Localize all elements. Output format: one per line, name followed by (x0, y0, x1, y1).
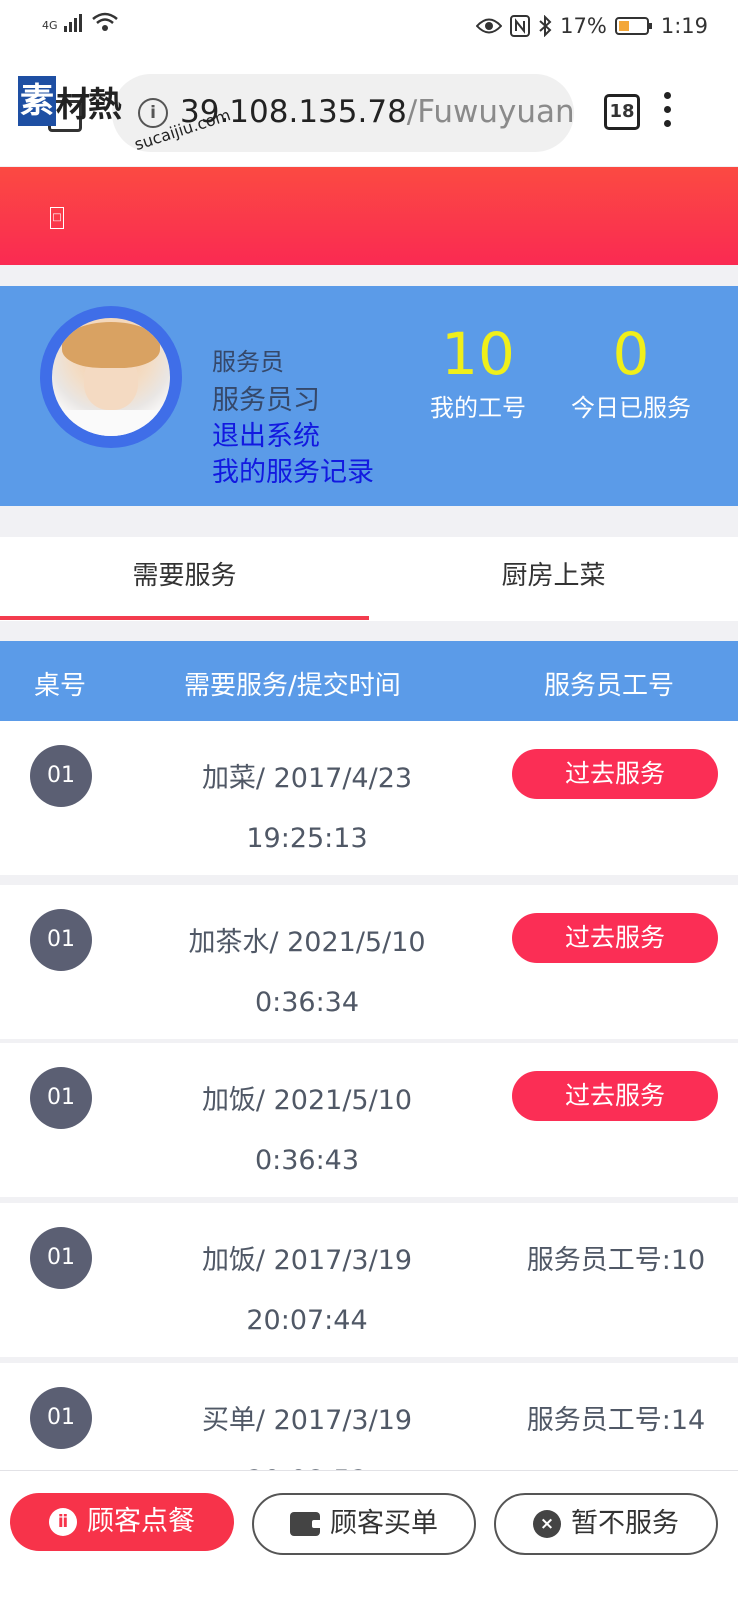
wallet-icon (290, 1512, 322, 1536)
table-number-badge: 01 (30, 909, 92, 971)
url-text[interactable]: 39.108.135.78/Fuwuyuan (180, 94, 575, 130)
page-header: □ (0, 167, 738, 265)
request-type-date: 买单/ 2017/3/19 (201, 1405, 413, 1436)
tab-bar: 需要服务 厨房上菜 (0, 537, 738, 621)
request-time: 0:36:34 (254, 987, 360, 1018)
watermark-logo: 素 材熱 (18, 76, 122, 126)
request-type-date: 加饭/ 2021/5/10 (201, 1085, 413, 1116)
go-serve-button[interactable]: 过去服务 (512, 1071, 718, 1121)
url-path: /Fuwuyuan (406, 94, 575, 130)
tab-count-button[interactable]: 18 (604, 94, 640, 130)
assigned-waiter-id: 服务员工号:14 (526, 1405, 706, 1436)
table-number-badge: 01 (30, 1387, 92, 1449)
stat-served-today: 0 今日已服务 (552, 322, 710, 423)
profile-role: 服务员 (212, 348, 284, 376)
customer-checkout-label: 顾客买单 (330, 1508, 438, 1539)
column-header-table: 桌号 (34, 671, 87, 701)
stat-label: 我的工号 (430, 394, 526, 422)
wifi-icon (91, 12, 118, 31)
go-serve-button[interactable]: 过去服务 (512, 749, 718, 799)
profile-panel: 服务员 服务员习 退出系统 我的服务记录 10 我的工号 0 今日已服务 (0, 286, 738, 506)
column-header-waiter: 服务员工号 (544, 671, 675, 701)
pause-service-label: 暂不服务 (571, 1508, 679, 1539)
more-menu-icon[interactable] (664, 92, 672, 130)
table-row: 01 加茶水/ 2021/5/10 0:36:34 过去服务 (0, 885, 738, 1039)
avatar (40, 306, 182, 448)
eye-icon (476, 18, 503, 34)
table-header: 桌号 需要服务/提交时间 服务员工号 (0, 641, 738, 721)
tab-kitchen-serve[interactable]: 厨房上菜 (369, 537, 738, 621)
battery-icon (614, 17, 652, 35)
logout-link[interactable]: 退出系统 (212, 414, 320, 453)
active-tab-indicator (0, 616, 369, 620)
info-icon[interactable]: i (138, 98, 168, 128)
bluetooth-icon (539, 15, 552, 37)
request-time: 19:25:13 (246, 823, 368, 854)
customer-order-button[interactable]: ⅱ 顾客点餐 (10, 1493, 234, 1551)
stat-employee-id: 10 我的工号 (420, 322, 536, 423)
table-row: 01 加饭/ 2017/3/19 20:07:44 服务员工号:10 (0, 1203, 738, 1357)
table-number-badge: 01 (30, 1227, 92, 1289)
pause-service-button[interactable]: × 暂不服务 (494, 1493, 718, 1555)
go-serve-button[interactable]: 过去服务 (512, 913, 718, 963)
close-icon: × (533, 1510, 561, 1538)
avatar-photo (52, 318, 170, 436)
request-type-date: 加菜/ 2017/4/23 (201, 763, 413, 794)
request-info: 加茶水/ 2021/5/10 0:36:34 (150, 913, 464, 1033)
watermark-logo-text: 材熱 (56, 84, 122, 125)
battery-percent: 17% (560, 14, 607, 38)
customer-order-label: 顾客点餐 (87, 1506, 195, 1537)
table-number-badge: 01 (30, 1067, 92, 1129)
request-info: 加饭/ 2017/3/19 20:07:44 (150, 1231, 464, 1351)
stat-label: 今日已服务 (571, 394, 691, 422)
request-info: 加菜/ 2017/4/23 19:25:13 (150, 749, 464, 869)
request-info: 加饭/ 2021/5/10 0:36:43 (150, 1071, 464, 1191)
request-time: 0:36:43 (254, 1145, 360, 1176)
browser-toolbar: i 39.108.135.78/Fuwuyuan 素 材熱 sucaijiu.c… (0, 56, 738, 166)
table-row: 01 加饭/ 2021/5/10 0:36:43 过去服务 (0, 1043, 738, 1197)
stat-value: 0 (612, 320, 650, 388)
profile-name: 服务员习 (212, 385, 320, 416)
network-indicator: 4G (42, 12, 118, 32)
network-type: 4G (42, 19, 58, 32)
cutlery-icon: ⅱ (49, 1508, 77, 1536)
request-type-date: 加茶水/ 2021/5/10 (188, 927, 426, 958)
stat-value: 10 (441, 320, 515, 388)
assigned-waiter-id: 服务员工号:10 (526, 1245, 706, 1276)
watermark-logo-mark: 素 (18, 76, 56, 126)
back-icon[interactable]: □ (50, 207, 64, 229)
service-records-link[interactable]: 我的服务记录 (212, 450, 374, 489)
request-time: 20:07:44 (246, 1305, 368, 1336)
request-type-date: 加饭/ 2017/3/19 (201, 1245, 413, 1276)
signal-icon (63, 14, 82, 32)
column-header-request: 需要服务/提交时间 (184, 671, 401, 701)
nfc-icon (510, 15, 531, 37)
status-bar: 4G 17% 1:19 (0, 0, 738, 56)
address-bar[interactable]: i 39.108.135.78/Fuwuyuan (112, 74, 575, 152)
bottom-action-bar: ⅱ 顾客点餐 顾客买单 × 暂不服务 (0, 1470, 738, 1601)
table-number-badge: 01 (30, 745, 92, 807)
tab-need-service[interactable]: 需要服务 (0, 537, 369, 621)
clock: 1:19 (660, 14, 708, 38)
table-row: 01 加菜/ 2017/4/23 19:25:13 过去服务 (0, 721, 738, 875)
status-right: 17% 1:19 (476, 14, 708, 38)
customer-checkout-button[interactable]: 顾客买单 (252, 1493, 476, 1555)
